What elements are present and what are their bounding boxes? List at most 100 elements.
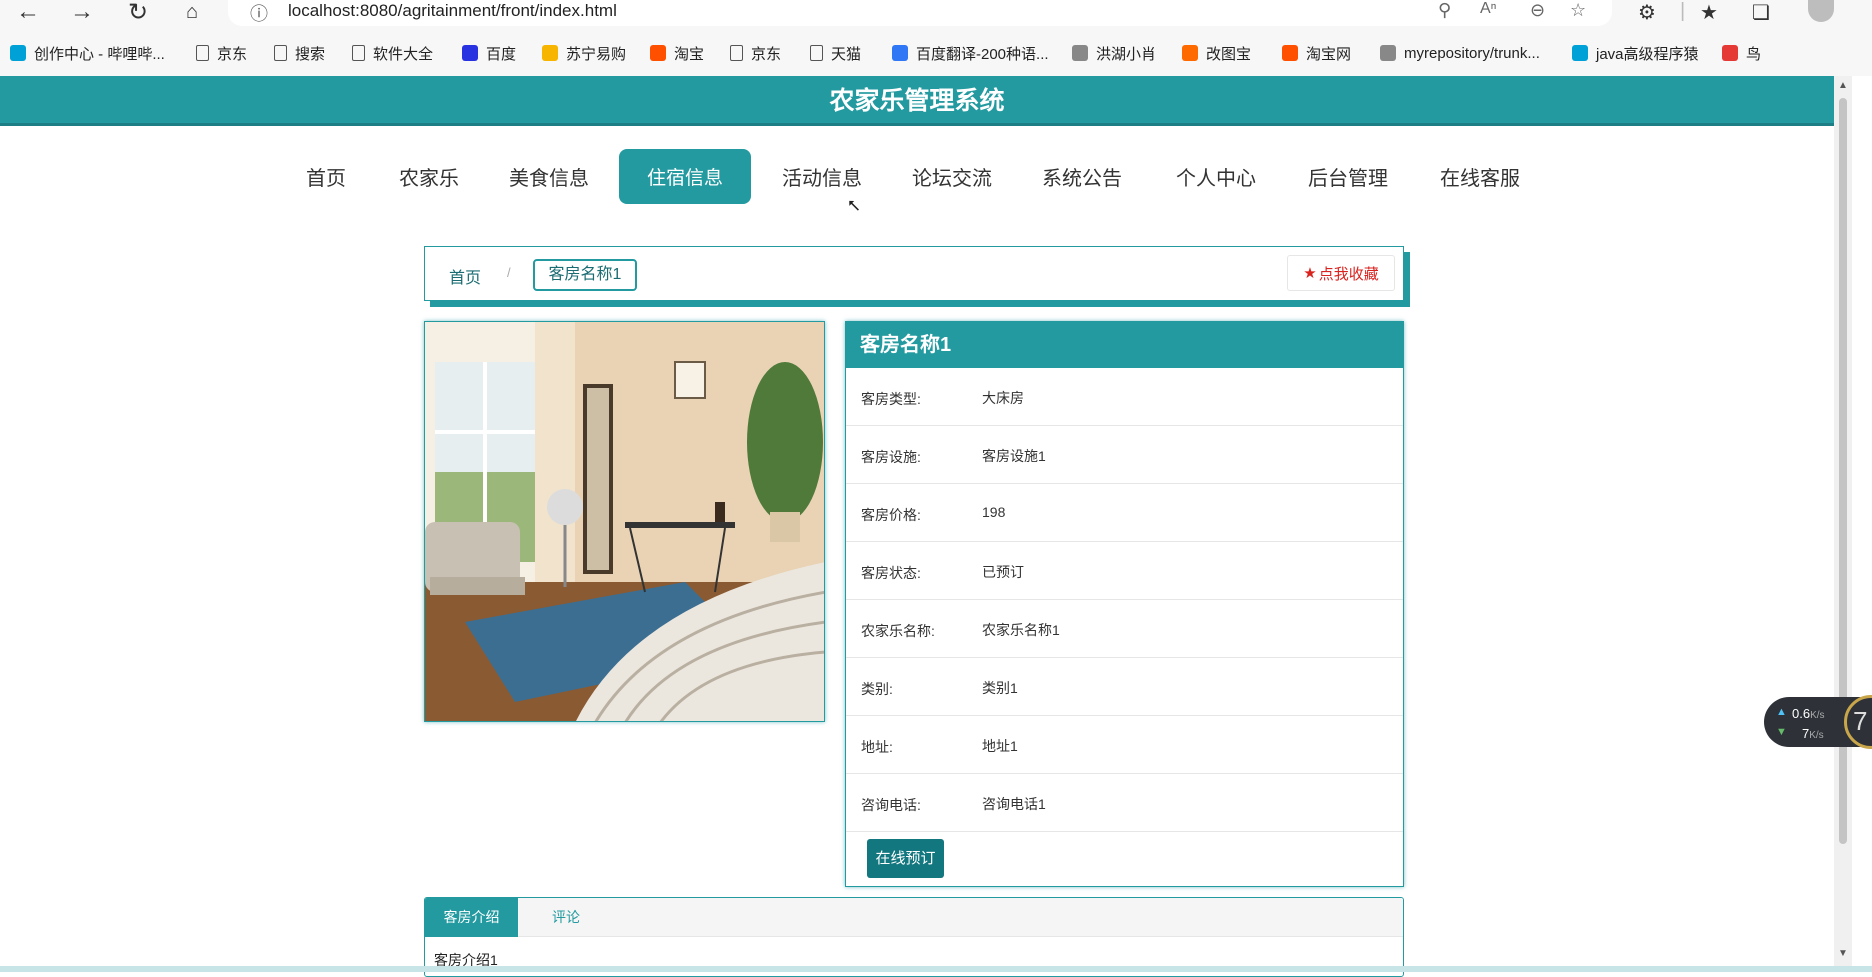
profile-avatar-icon[interactable] bbox=[1808, 0, 1834, 22]
nav-item-9[interactable]: 在线客服 bbox=[1428, 149, 1532, 204]
speed-ring-icon: 7 bbox=[1844, 695, 1872, 749]
bookmark-item[interactable]: java高级程序猿 bbox=[1572, 42, 1699, 64]
room-tabs: 客房介绍 评论 客房介绍1 bbox=[424, 897, 1404, 977]
bookmark-item[interactable]: 创作中心 - 哔哩哔... bbox=[10, 42, 165, 64]
network-speed-widget[interactable]: ▲ 0.6K/s ▼ 7K/s 7 bbox=[1764, 695, 1872, 749]
site-title: 农家乐管理系统 bbox=[0, 76, 1834, 126]
bookmark-label: 搜索 bbox=[295, 45, 326, 63]
scroll-up-icon[interactable]: ▲ bbox=[1838, 80, 1848, 91]
page-bottom-strip bbox=[0, 966, 1872, 972]
tab-comments[interactable]: 评论 bbox=[518, 898, 614, 937]
detail-row: 客房价格: 198 bbox=[846, 484, 1403, 542]
detail-value: 已预订 bbox=[982, 564, 1024, 580]
scroll-down-icon[interactable]: ▼ bbox=[1838, 948, 1848, 959]
detail-row: 类别: 类别1 bbox=[846, 658, 1403, 716]
refresh-icon[interactable]: ↻ bbox=[120, 0, 156, 26]
favorites-icon[interactable]: ★ bbox=[1700, 0, 1718, 25]
page-scrollbar[interactable]: ▲ ▼ bbox=[1834, 76, 1852, 968]
bookmark-item[interactable]: 京东 bbox=[730, 42, 781, 64]
bookmark-item[interactable]: 洪湖小肖 bbox=[1072, 42, 1156, 64]
bird-icon bbox=[1722, 45, 1738, 61]
detail-row: 客房类型: 大床房 bbox=[846, 368, 1403, 426]
breadcrumb: 首页 / 客房名称1 ★ 点我收藏 bbox=[424, 246, 1404, 301]
taobao-icon bbox=[650, 45, 666, 61]
detail-value: 咨询电话1 bbox=[982, 796, 1046, 812]
address-url[interactable]: localhost:8080/agritainment/front/index.… bbox=[288, 1, 617, 21]
bookmark-item[interactable]: 淘宝网 bbox=[1282, 42, 1351, 64]
download-arrow-icon: ▼ bbox=[1776, 726, 1787, 738]
nav-item-8[interactable]: 后台管理 bbox=[1296, 149, 1400, 204]
tab-room-intro[interactable]: 客房介绍 bbox=[425, 898, 518, 937]
detail-row: 咨询电话: 咨询电话1 bbox=[846, 774, 1403, 832]
detail-label: 客房设施: bbox=[861, 449, 921, 465]
nav-item-2[interactable]: 美食信息 bbox=[496, 149, 602, 204]
bookmark-label: 百度翻译-200种语... bbox=[916, 45, 1049, 63]
bookmark-item[interactable]: 淘宝 bbox=[650, 42, 704, 64]
detail-label: 客房状态: bbox=[861, 565, 921, 581]
collections-icon[interactable]: ❏ bbox=[1752, 0, 1770, 25]
browser-chrome: ← → ↻ ⌂ ⓘ localhost:8080/agritainment/fr… bbox=[0, 0, 1872, 76]
bookmark-label: 改图宝 bbox=[1206, 45, 1252, 63]
nav-item-5[interactable]: 论坛交流 bbox=[900, 149, 1004, 204]
breadcrumb-current: 客房名称1 bbox=[533, 259, 637, 291]
book-online-button[interactable]: 在线预订 bbox=[867, 839, 944, 878]
nav-item-1[interactable]: 农家乐 bbox=[384, 149, 474, 204]
detail-label: 客房价格: bbox=[861, 507, 921, 523]
nav-item-7[interactable]: 个人中心 bbox=[1164, 149, 1268, 204]
bilibili-icon bbox=[1572, 45, 1588, 61]
bookmarks-bar: 创作中心 - 哔哩哔... 京东 搜索 软件大全 百度 苏宁易购 淘宝 京东 天猫 百度翻译-20… bbox=[0, 40, 1872, 66]
bookmark-item[interactable]: 百度 bbox=[462, 42, 516, 64]
breadcrumb-separator: / bbox=[507, 265, 511, 280]
room-detail-card: 客房名称1 客房类型: 大床房客房设施: 客房设施1 客房价格: 198 客房状态: 已预订… bbox=[845, 321, 1404, 887]
bookmark-label: java高级程序猿 bbox=[1596, 45, 1699, 63]
bookmark-item[interactable]: 百度翻译-200种语... bbox=[892, 42, 1049, 64]
bookmark-item[interactable]: 苏宁易购 bbox=[542, 42, 626, 64]
bookmark-item[interactable]: 软件大全 bbox=[352, 42, 433, 64]
detail-label: 客房类型: bbox=[861, 391, 921, 407]
bookmark-item[interactable]: myrepository/trunk... bbox=[1380, 42, 1540, 64]
read-aloud-icon[interactable]: Aⁿ bbox=[1480, 0, 1497, 18]
detail-label: 类别: bbox=[861, 681, 893, 697]
home-icon[interactable]: ⌂ bbox=[174, 0, 210, 24]
favorite-label: 点我收藏 bbox=[1318, 265, 1379, 283]
address-bar[interactable]: ⓘ localhost:8080/agritainment/front/inde… bbox=[228, 0, 1612, 26]
detail-label: 咨询电话: bbox=[861, 797, 921, 813]
zoom-out-icon[interactable]: ⊖ bbox=[1530, 0, 1545, 21]
page-icon bbox=[810, 45, 823, 61]
extensions-icon[interactable]: ⚙ bbox=[1638, 0, 1656, 25]
detail-value: 大床房 bbox=[982, 390, 1024, 406]
bookmark-item[interactable]: 京东 bbox=[196, 42, 247, 64]
forward-icon[interactable]: → bbox=[64, 0, 100, 25]
room-title: 客房名称1 bbox=[846, 322, 1403, 368]
bookmark-item[interactable]: 改图宝 bbox=[1182, 42, 1251, 64]
bookmark-item[interactable]: 鸟 bbox=[1722, 42, 1761, 64]
breadcrumb-home[interactable]: 首页 bbox=[449, 264, 481, 288]
nav-item-6[interactable]: 系统公告 bbox=[1030, 149, 1134, 204]
page-icon bbox=[352, 45, 365, 61]
add-favorite-icon[interactable]: ☆ bbox=[1570, 0, 1586, 21]
back-icon[interactable]: ← bbox=[10, 0, 46, 25]
suning-icon bbox=[542, 45, 558, 61]
bookmark-item[interactable]: 搜索 bbox=[274, 42, 325, 64]
baidu-icon bbox=[462, 45, 478, 61]
detail-value: 地址1 bbox=[982, 738, 1018, 754]
nav-item-3[interactable]: 住宿信息 bbox=[619, 149, 751, 204]
detail-row: 客房设施: 客房设施1 bbox=[846, 426, 1403, 484]
nav-item-0[interactable]: 首页 bbox=[290, 149, 362, 204]
mouse-cursor-icon: ⭦ bbox=[848, 196, 860, 216]
bookmark-label: 鸟 bbox=[1746, 45, 1762, 63]
detail-label: 地址: bbox=[861, 739, 893, 755]
bookmark-label: 京东 bbox=[217, 45, 248, 63]
bookmark-label: 淘宝网 bbox=[1306, 45, 1352, 63]
bookmark-item[interactable]: 天猫 bbox=[810, 42, 861, 64]
page-icon bbox=[730, 45, 743, 61]
favorite-button[interactable]: ★ 点我收藏 bbox=[1287, 255, 1395, 291]
toolbar-divider: | bbox=[1680, 0, 1686, 22]
page-icon bbox=[196, 45, 209, 61]
page-icon bbox=[274, 45, 287, 61]
bookmark-label: 洪湖小肖 bbox=[1096, 45, 1157, 63]
key-icon[interactable]: ⚲ bbox=[1438, 0, 1451, 21]
site-info-icon[interactable]: ⓘ bbox=[250, 0, 268, 26]
download-speed: 7K/s bbox=[1802, 726, 1824, 741]
bookmark-label: 京东 bbox=[751, 45, 782, 63]
